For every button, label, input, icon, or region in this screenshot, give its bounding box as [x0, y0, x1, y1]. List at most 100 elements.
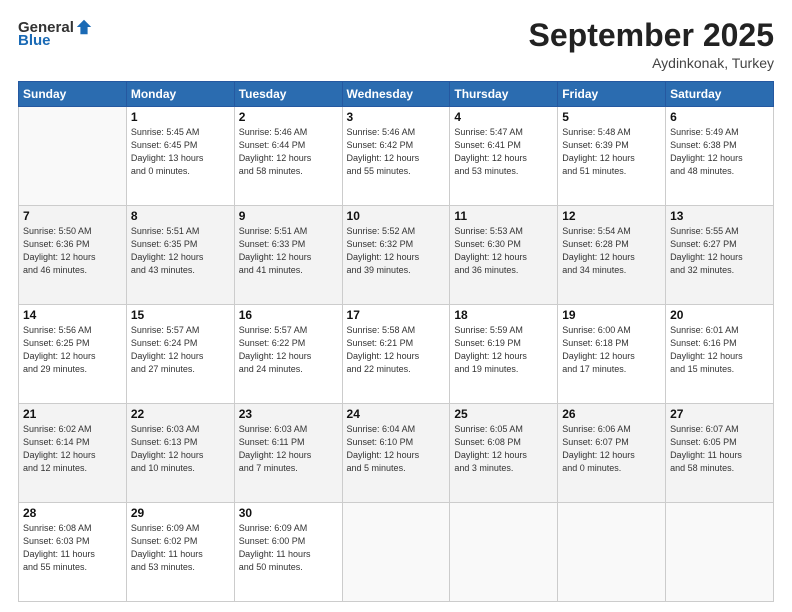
day-info: Sunrise: 5:56 AM Sunset: 6:25 PM Dayligh… [23, 324, 122, 376]
col-wednesday: Wednesday [342, 82, 450, 107]
logo: General Blue [18, 18, 93, 49]
title-block: September 2025 Aydinkonak, Turkey [529, 18, 774, 71]
location: Aydinkonak, Turkey [529, 55, 774, 71]
day-number: 24 [347, 407, 446, 421]
table-row: 1 Sunrise: 5:45 AM Sunset: 6:45 PM Daylig… [126, 107, 234, 206]
table-row: 27 Sunrise: 6:07 AM Sunset: 6:05 PM Dayli… [666, 404, 774, 503]
col-saturday: Saturday [666, 82, 774, 107]
table-row [558, 503, 666, 602]
day-number: 7 [23, 209, 122, 223]
table-row: 25 Sunrise: 6:05 AM Sunset: 6:08 PM Dayli… [450, 404, 558, 503]
table-row: 20 Sunrise: 6:01 AM Sunset: 6:16 PM Dayli… [666, 305, 774, 404]
table-row: 30 Sunrise: 6:09 AM Sunset: 6:00 PM Dayli… [234, 503, 342, 602]
logo-blue: Blue [18, 32, 51, 49]
day-number: 21 [23, 407, 122, 421]
day-number: 27 [670, 407, 769, 421]
table-row: 14 Sunrise: 5:56 AM Sunset: 6:25 PM Dayli… [19, 305, 127, 404]
day-info: Sunrise: 6:05 AM Sunset: 6:08 PM Dayligh… [454, 423, 553, 475]
table-row: 24 Sunrise: 6:04 AM Sunset: 6:10 PM Dayli… [342, 404, 450, 503]
table-row: 28 Sunrise: 6:08 AM Sunset: 6:03 PM Dayli… [19, 503, 127, 602]
day-number: 25 [454, 407, 553, 421]
day-info: Sunrise: 5:52 AM Sunset: 6:32 PM Dayligh… [347, 225, 446, 277]
calendar-week-row: 7 Sunrise: 5:50 AM Sunset: 6:36 PM Daylig… [19, 206, 774, 305]
day-info: Sunrise: 6:06 AM Sunset: 6:07 PM Dayligh… [562, 423, 661, 475]
table-row: 7 Sunrise: 5:50 AM Sunset: 6:36 PM Daylig… [19, 206, 127, 305]
table-row: 10 Sunrise: 5:52 AM Sunset: 6:32 PM Dayli… [342, 206, 450, 305]
day-info: Sunrise: 5:57 AM Sunset: 6:22 PM Dayligh… [239, 324, 338, 376]
day-info: Sunrise: 6:08 AM Sunset: 6:03 PM Dayligh… [23, 522, 122, 574]
day-info: Sunrise: 6:03 AM Sunset: 6:13 PM Dayligh… [131, 423, 230, 475]
day-info: Sunrise: 5:47 AM Sunset: 6:41 PM Dayligh… [454, 126, 553, 178]
day-info: Sunrise: 5:48 AM Sunset: 6:39 PM Dayligh… [562, 126, 661, 178]
day-info: Sunrise: 5:57 AM Sunset: 6:24 PM Dayligh… [131, 324, 230, 376]
day-number: 3 [347, 110, 446, 124]
day-number: 14 [23, 308, 122, 322]
day-number: 9 [239, 209, 338, 223]
day-number: 22 [131, 407, 230, 421]
day-number: 18 [454, 308, 553, 322]
calendar-week-row: 14 Sunrise: 5:56 AM Sunset: 6:25 PM Dayli… [19, 305, 774, 404]
day-number: 5 [562, 110, 661, 124]
table-row: 22 Sunrise: 6:03 AM Sunset: 6:13 PM Dayli… [126, 404, 234, 503]
day-number: 1 [131, 110, 230, 124]
table-row: 3 Sunrise: 5:46 AM Sunset: 6:42 PM Daylig… [342, 107, 450, 206]
table-row [342, 503, 450, 602]
day-number: 17 [347, 308, 446, 322]
calendar-week-row: 1 Sunrise: 5:45 AM Sunset: 6:45 PM Daylig… [19, 107, 774, 206]
table-row: 4Sunrise: 5:47 AM Sunset: 6:41 PM Daylig… [450, 107, 558, 206]
day-info: Sunrise: 5:46 AM Sunset: 6:42 PM Dayligh… [347, 126, 446, 178]
day-info: Sunrise: 5:54 AM Sunset: 6:28 PM Dayligh… [562, 225, 661, 277]
header: General Blue September 2025 Aydinkonak, … [18, 18, 774, 71]
day-info: Sunrise: 6:02 AM Sunset: 6:14 PM Dayligh… [23, 423, 122, 475]
day-info: Sunrise: 5:50 AM Sunset: 6:36 PM Dayligh… [23, 225, 122, 277]
logo-icon [75, 18, 93, 36]
day-number: 6 [670, 110, 769, 124]
table-row [450, 503, 558, 602]
day-info: Sunrise: 6:07 AM Sunset: 6:05 PM Dayligh… [670, 423, 769, 475]
table-row: 17Sunrise: 5:58 AM Sunset: 6:21 PM Dayli… [342, 305, 450, 404]
day-number: 20 [670, 308, 769, 322]
table-row: 8 Sunrise: 5:51 AM Sunset: 6:35 PM Daylig… [126, 206, 234, 305]
table-row [666, 503, 774, 602]
day-info: Sunrise: 6:01 AM Sunset: 6:16 PM Dayligh… [670, 324, 769, 376]
table-row: 16 Sunrise: 5:57 AM Sunset: 6:22 PM Dayli… [234, 305, 342, 404]
col-thursday: Thursday [450, 82, 558, 107]
table-row: 11 Sunrise: 5:53 AM Sunset: 6:30 PM Dayli… [450, 206, 558, 305]
day-info: Sunrise: 5:55 AM Sunset: 6:27 PM Dayligh… [670, 225, 769, 277]
col-tuesday: Tuesday [234, 82, 342, 107]
day-number: 19 [562, 308, 661, 322]
day-number: 8 [131, 209, 230, 223]
table-row: 15 Sunrise: 5:57 AM Sunset: 6:24 PM Dayli… [126, 305, 234, 404]
table-row: 12Sunrise: 5:54 AM Sunset: 6:28 PM Dayli… [558, 206, 666, 305]
col-sunday: Sunday [19, 82, 127, 107]
day-info: Sunrise: 6:09 AM Sunset: 6:02 PM Dayligh… [131, 522, 230, 574]
day-info: Sunrise: 5:53 AM Sunset: 6:30 PM Dayligh… [454, 225, 553, 277]
col-monday: Monday [126, 82, 234, 107]
day-info: Sunrise: 6:09 AM Sunset: 6:00 PM Dayligh… [239, 522, 338, 574]
day-info: Sunrise: 5:46 AM Sunset: 6:44 PM Dayligh… [239, 126, 338, 178]
table-row [19, 107, 127, 206]
day-number: 11 [454, 209, 553, 223]
day-number: 23 [239, 407, 338, 421]
day-number: 30 [239, 506, 338, 520]
day-info: Sunrise: 5:45 AM Sunset: 6:45 PM Dayligh… [131, 126, 230, 178]
day-number: 28 [23, 506, 122, 520]
calendar-header-row: Sunday Monday Tuesday Wednesday Thursday… [19, 82, 774, 107]
day-info: Sunrise: 6:00 AM Sunset: 6:18 PM Dayligh… [562, 324, 661, 376]
day-info: Sunrise: 5:49 AM Sunset: 6:38 PM Dayligh… [670, 126, 769, 178]
day-number: 2 [239, 110, 338, 124]
table-row: 2 Sunrise: 5:46 AM Sunset: 6:44 PM Daylig… [234, 107, 342, 206]
day-number: 16 [239, 308, 338, 322]
table-row: 13Sunrise: 5:55 AM Sunset: 6:27 PM Dayli… [666, 206, 774, 305]
day-number: 10 [347, 209, 446, 223]
table-row: 6 Sunrise: 5:49 AM Sunset: 6:38 PM Daylig… [666, 107, 774, 206]
table-row: 21 Sunrise: 6:02 AM Sunset: 6:14 PM Dayli… [19, 404, 127, 503]
calendar-week-row: 28 Sunrise: 6:08 AM Sunset: 6:03 PM Dayli… [19, 503, 774, 602]
day-info: Sunrise: 6:04 AM Sunset: 6:10 PM Dayligh… [347, 423, 446, 475]
table-row: 26Sunrise: 6:06 AM Sunset: 6:07 PM Dayli… [558, 404, 666, 503]
table-row: 19 Sunrise: 6:00 AM Sunset: 6:18 PM Dayli… [558, 305, 666, 404]
day-number: 15 [131, 308, 230, 322]
month-title: September 2025 [529, 18, 774, 53]
col-friday: Friday [558, 82, 666, 107]
day-info: Sunrise: 5:51 AM Sunset: 6:35 PM Dayligh… [131, 225, 230, 277]
